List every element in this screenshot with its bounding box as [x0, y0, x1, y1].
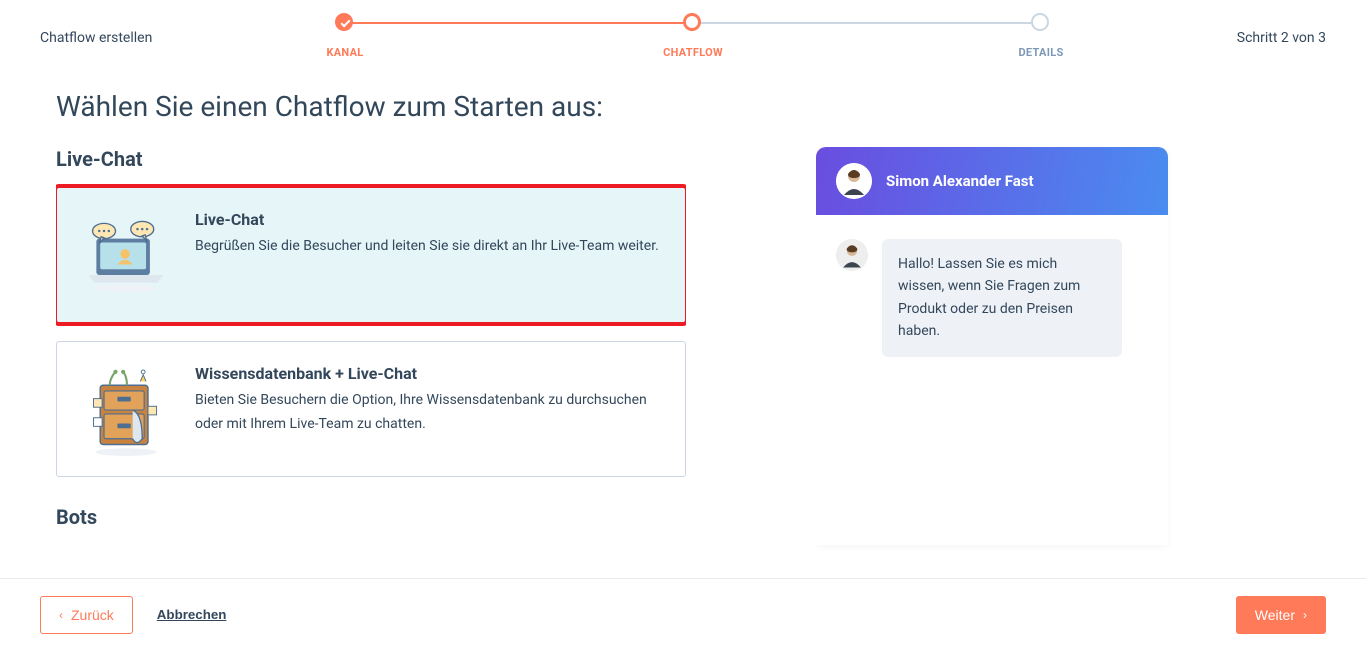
step-label-kanal: KANAL	[326, 46, 363, 59]
step-indicator: Schritt 2 von 3	[1237, 30, 1326, 46]
option-text-live-chat: Live-Chat Begrüßen Sie die Besucher und …	[195, 210, 659, 300]
chevron-left-icon: ‹	[59, 608, 63, 622]
cancel-button[interactable]: Abbrechen	[157, 607, 227, 622]
option-card-kb-live-chat[interactable]: Wissensdatenbank + Live-Chat Bieten Sie …	[56, 341, 686, 477]
wizard-footer: ‹ Zurück Abbrechen Weiter ›	[0, 578, 1366, 650]
chatflow-options-list[interactable]: Live-Chat	[56, 147, 686, 551]
option-desc-kb-live-chat: Bieten Sie Besuchern die Option, Ihre Wi…	[195, 389, 659, 437]
chat-agent-name: Simon Alexander Fast	[886, 172, 1034, 190]
two-column-layout: Live-Chat	[56, 147, 1366, 551]
page-title: Wählen Sie einen Chatflow zum Starten au…	[56, 90, 1366, 123]
next-button[interactable]: Weiter ›	[1236, 596, 1326, 634]
step-node-kanal[interactable]	[335, 13, 353, 31]
option-title-live-chat: Live-Chat	[195, 210, 659, 229]
option-card-live-chat[interactable]: Live-Chat Begrüßen Sie die Besucher und …	[56, 187, 686, 323]
chat-preview-header: Simon Alexander Fast	[816, 147, 1168, 215]
back-button[interactable]: ‹ Zurück	[40, 596, 133, 634]
avatar-icon	[836, 163, 872, 199]
stepper-line-1	[345, 22, 685, 24]
wizard-header: Chatflow erstellen KANAL CHATFLOW DETAIL…	[0, 0, 1366, 70]
option-desc-live-chat: Begrüßen Sie die Besucher und leiten Sie…	[195, 235, 659, 259]
chevron-right-icon: ›	[1303, 608, 1307, 622]
step-node-details[interactable]	[1031, 13, 1049, 31]
section-heading-live-chat: Live-Chat	[56, 147, 686, 171]
step-node-chatflow[interactable]	[683, 13, 701, 31]
back-button-label: Zurück	[71, 607, 114, 623]
avatar-small-icon	[836, 239, 868, 271]
laptop-chat-icon	[83, 210, 169, 300]
chat-preview-body: Hallo! Lassen Sie es mich wissen, wenn S…	[816, 215, 1168, 545]
chat-preview-card: Simon Alexander Fast Hallo! Lassen	[816, 147, 1168, 545]
chat-preview-panel[interactable]: Simon Alexander Fast Hallo! Lassen	[816, 147, 1194, 551]
section-heading-bots: Bots	[56, 505, 686, 529]
next-button-label: Weiter	[1255, 607, 1295, 623]
main-area: Wählen Sie einen Chatflow zum Starten au…	[0, 90, 1366, 551]
step-label-details: DETAILS	[1018, 46, 1063, 59]
wizard-stepper: KANAL CHATFLOW DETAILS	[323, 8, 1043, 62]
option-text-kb-live-chat: Wissensdatenbank + Live-Chat Bieten Sie …	[195, 364, 659, 454]
stepper-line-2	[695, 22, 1035, 24]
wizard-title: Chatflow erstellen	[40, 30, 152, 46]
chat-message-row: Hallo! Lassen Sie es mich wissen, wenn S…	[836, 239, 1148, 357]
chat-message-bubble: Hallo! Lassen Sie es mich wissen, wenn S…	[882, 239, 1122, 357]
filing-cabinet-icon	[83, 364, 169, 454]
option-title-kb-live-chat: Wissensdatenbank + Live-Chat	[195, 364, 659, 383]
step-label-chatflow: CHATFLOW	[663, 46, 723, 59]
